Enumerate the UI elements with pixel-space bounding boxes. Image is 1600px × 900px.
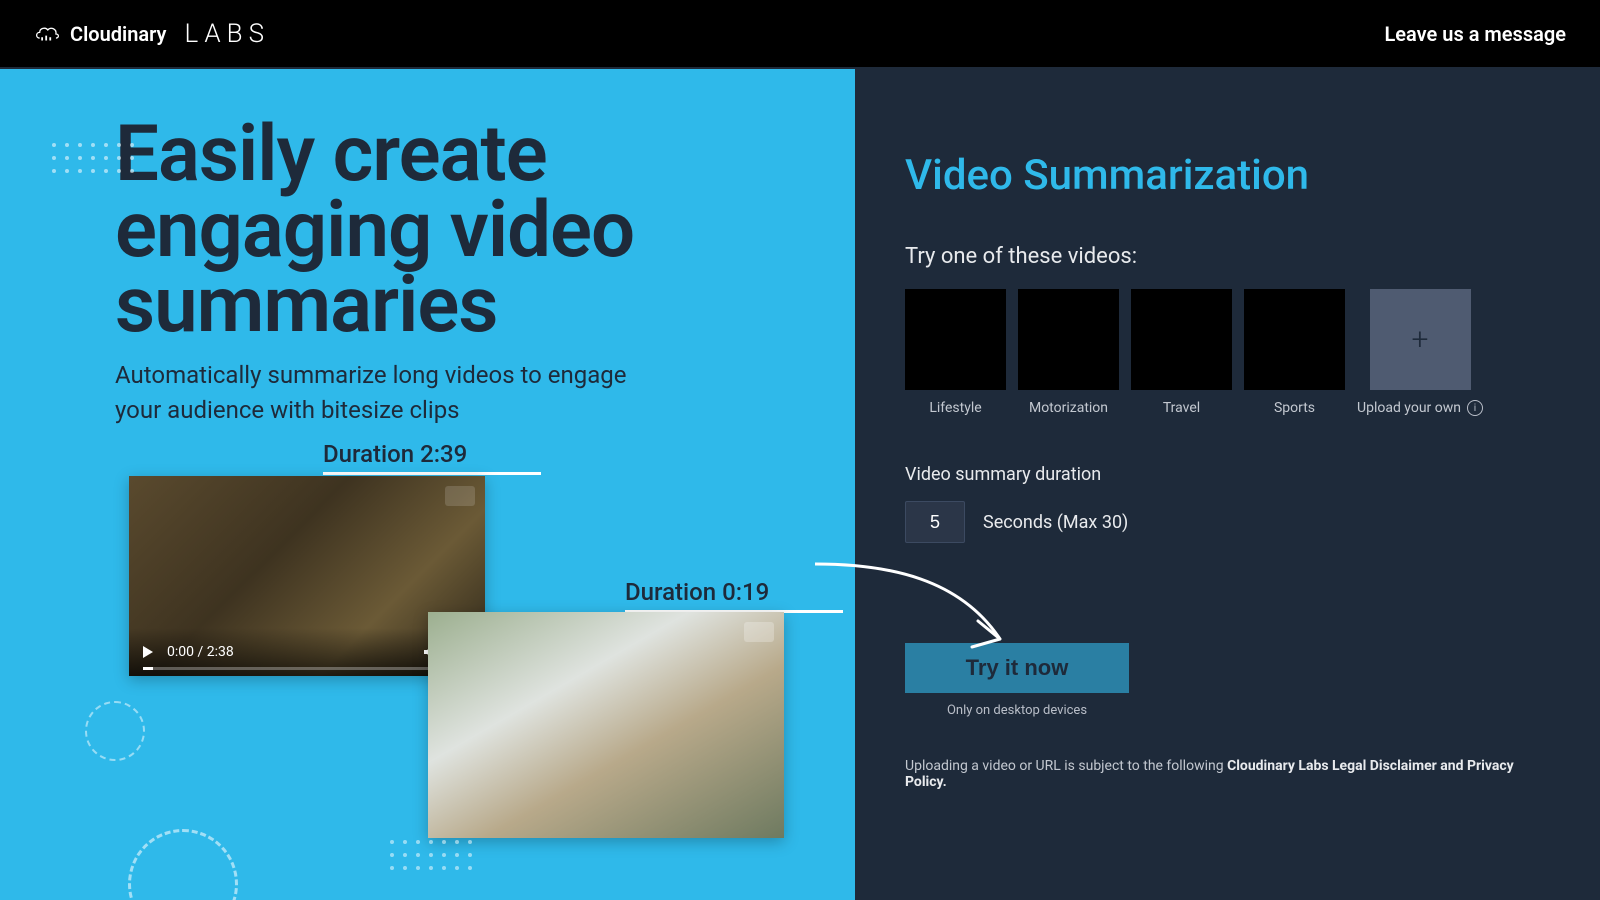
leave-message-link[interactable]: Leave us a message	[1384, 22, 1566, 46]
duration-input-row: Seconds (Max 30)	[905, 501, 1536, 543]
logo[interactable]: Cloudinary LABS	[34, 19, 270, 49]
info-icon[interactable]: i	[1467, 400, 1483, 416]
panel-title: Video Summarization	[905, 151, 1536, 200]
brand-sub: LABS	[184, 19, 270, 49]
upload-own-label: Upload your own	[1357, 400, 1461, 416]
dashed-circle-decoration	[85, 701, 145, 761]
duration-label-original: Duration 2:39	[323, 440, 541, 475]
sample-lifestyle: Lifestyle	[905, 289, 1006, 416]
cta-hint: Only on desktop devices	[947, 703, 1087, 718]
dashed-circle-decoration-2	[128, 829, 238, 900]
sample-thumb-motorization[interactable]	[1018, 289, 1119, 390]
sample-thumb-lifestyle[interactable]	[905, 289, 1006, 390]
main-split: Easily create engaging video summaries A…	[0, 69, 1600, 900]
hero-title: Easily create engaging video summaries	[115, 117, 755, 344]
video-time: 0:00 / 2:38	[167, 644, 234, 660]
play-icon[interactable]	[143, 646, 153, 658]
duration-input[interactable]	[905, 501, 965, 543]
sample-video-row: Lifestyle Motorization Travel Sports + U…	[905, 289, 1536, 416]
plus-icon: +	[1412, 322, 1429, 357]
upload-thumb[interactable]: +	[1370, 289, 1471, 390]
sample-motorization: Motorization	[1018, 289, 1119, 416]
disclaimer-text: Uploading a video or URL is subject to t…	[905, 758, 1536, 790]
brand-name: Cloudinary	[70, 22, 166, 46]
hero-panel: Easily create engaging video summaries A…	[0, 69, 855, 900]
duration-label-summary: Duration 0:19	[625, 578, 843, 613]
try-videos-label: Try one of these videos:	[905, 244, 1536, 269]
dots-decoration-2	[390, 840, 476, 870]
sample-thumb-sports[interactable]	[1244, 289, 1345, 390]
duration-hint: Seconds (Max 30)	[983, 512, 1128, 533]
duration-section-label: Video summary duration	[905, 464, 1536, 485]
try-it-now-button[interactable]: Try it now	[905, 643, 1129, 693]
video-progress[interactable]	[143, 667, 471, 670]
cta-wrap: Try it now Only on desktop devices	[905, 643, 1129, 718]
summary-video-preview[interactable]	[428, 612, 784, 838]
sample-sports: Sports	[1244, 289, 1345, 416]
hero-subtitle: Automatically summarize long videos to e…	[115, 358, 655, 428]
dots-decoration	[52, 143, 138, 173]
sample-thumb-travel[interactable]	[1131, 289, 1232, 390]
config-panel: Video Summarization Try one of these vid…	[855, 69, 1600, 900]
cloudinary-logo-icon	[34, 24, 60, 44]
upload-own: + Upload your own i	[1357, 289, 1483, 416]
sample-travel: Travel	[1131, 289, 1232, 416]
header-bar: Cloudinary LABS Leave us a message	[0, 0, 1600, 67]
